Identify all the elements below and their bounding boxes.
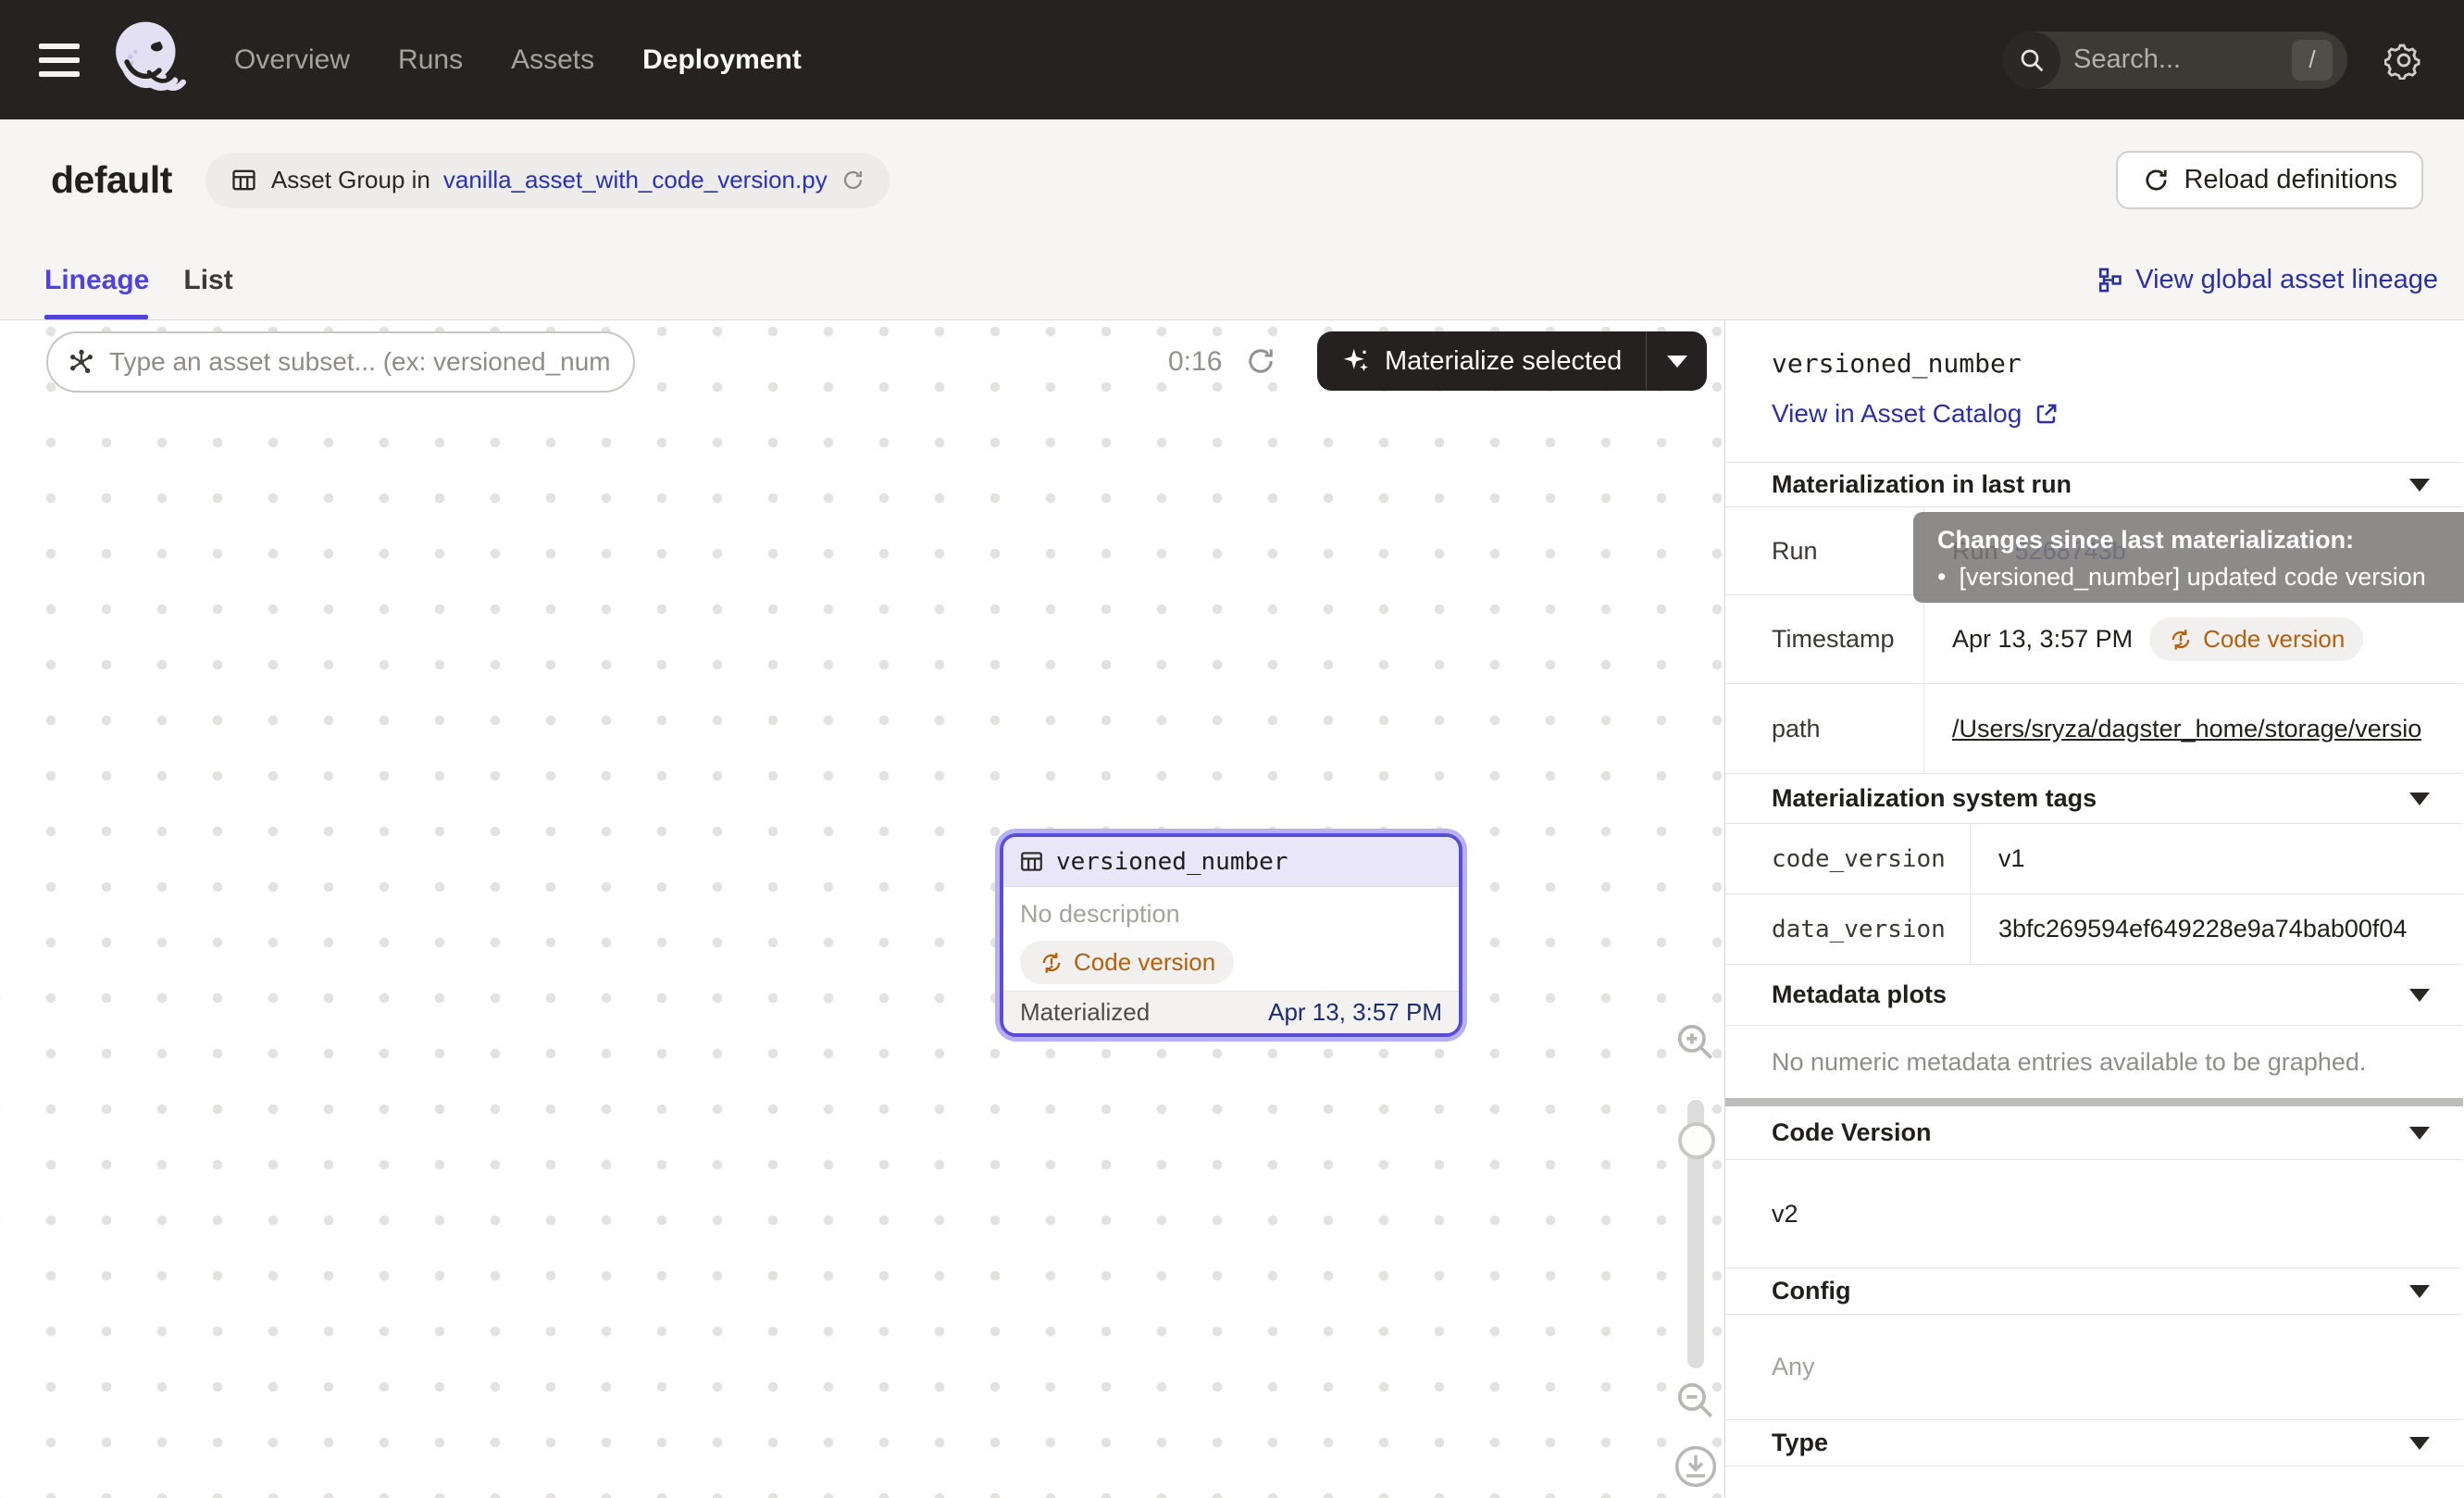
- sync-alert-icon: [2168, 627, 2194, 653]
- changes-tooltip: Changes since last materialization: [ver…: [1913, 512, 2464, 603]
- asset-table-icon: [1018, 848, 1045, 875]
- asset-node-versioned-number[interactable]: versioned_number No description Code ver…: [1000, 833, 1462, 1037]
- gear-icon[interactable]: [2384, 41, 2423, 80]
- chevron-down-icon: [2409, 1285, 2430, 1298]
- page-title: default: [51, 158, 172, 202]
- chevron-down-icon: [2409, 479, 2430, 492]
- asset-node-header: versioned_number: [1003, 837, 1459, 887]
- global-search[interactable]: /: [2003, 31, 2347, 89]
- chevron-down-icon: [1667, 356, 1687, 368]
- metadata-plots-empty-message: No numeric metadata entries available to…: [1725, 1026, 2463, 1098]
- materialize-selected-button[interactable]: Materialize selected: [1317, 331, 1707, 391]
- asset-group-icon: [230, 166, 258, 194]
- asset-details-sidebar: versioned_number View in Asset Catalog M…: [1725, 320, 2463, 1498]
- zoom-slider-handle[interactable]: [1678, 1122, 1715, 1159]
- code-version-tag-label: code_version: [1725, 824, 1971, 893]
- reload-icon: [2142, 166, 2171, 194]
- nav-links: Overview Runs Assets Deployment: [234, 44, 802, 76]
- op-selector-icon: [67, 347, 96, 377]
- path-value-link[interactable]: /Users/sryza/dagster_home/storage/versio: [1952, 715, 2421, 743]
- zoom-in-icon[interactable]: [1672, 1018, 1718, 1065]
- table-row-timestamp: Timestamp Apr 13, 3:57 PM Code version: [1725, 595, 2463, 684]
- sync-alert-icon: [1039, 950, 1064, 976]
- view-in-asset-catalog-link[interactable]: View in Asset Catalog: [1772, 399, 2060, 429]
- section-materialization-system-tags[interactable]: Materialization system tags: [1725, 774, 2463, 823]
- asset-group-prefix: Asset Group in: [271, 166, 430, 194]
- timer-refresh-icon[interactable]: [1244, 344, 1277, 378]
- asset-subset-filter[interactable]: [46, 331, 635, 393]
- sidebar-asset-name: versioned_number: [1772, 348, 2463, 379]
- search-shortcut-badge: /: [2292, 40, 2333, 81]
- timestamp-label: Timestamp: [1725, 595, 1924, 683]
- refresh-timer: 0:16: [1168, 346, 1222, 378]
- nav-item-deployment[interactable]: Deployment: [642, 44, 802, 76]
- top-navbar: Overview Runs Assets Deployment /: [0, 0, 2464, 119]
- section-config[interactable]: Config: [1725, 1268, 2463, 1315]
- tooltip-title: Changes since last materialization:: [1937, 521, 2452, 558]
- section-code-version[interactable]: Code Version: [1725, 1106, 2463, 1160]
- nav-item-assets[interactable]: Assets: [511, 44, 594, 76]
- chevron-down-icon: [2409, 1127, 2430, 1140]
- tooltip-item: [versioned_number] updated code version: [1937, 558, 2452, 595]
- asset-node-name: versioned_number: [1056, 848, 1288, 876]
- view-global-asset-lineage-link[interactable]: View global asset lineage: [2096, 241, 2438, 319]
- table-row-data-version: data_version 3bfc269594ef649228e9a74bab0…: [1725, 894, 2463, 965]
- code-version-change-badge[interactable]: Code version: [2149, 618, 2363, 661]
- path-label: path: [1725, 684, 1924, 773]
- code-version-value: v2: [1725, 1160, 2463, 1268]
- asset-node-status-bar: Materialized Apr 13, 3:57 PM: [1003, 991, 1459, 1033]
- refresh-icon[interactable]: [840, 168, 865, 193]
- search-input[interactable]: [2073, 44, 2245, 75]
- nav-item-overview[interactable]: Overview: [234, 44, 350, 76]
- materialize-options-dropdown[interactable]: [1646, 331, 1707, 391]
- reload-definitions-button[interactable]: Reload definitions: [2116, 151, 2423, 209]
- dagster-logo[interactable]: [106, 12, 192, 108]
- asset-node-description: No description: [1020, 900, 1442, 929]
- chevron-down-icon: [2409, 1437, 2430, 1450]
- table-row-code-version: code_version v1: [1725, 824, 2463, 894]
- system-tags-table: code_version v1 data_version 3bfc269594e…: [1725, 823, 2463, 965]
- lineage-canvas[interactable]: 0:16 Materialize selected: [0, 320, 1725, 1498]
- code-version-change-badge[interactable]: Code version: [1020, 941, 1234, 984]
- active-tab-underline: [44, 315, 148, 319]
- tab-list[interactable]: List: [183, 265, 232, 296]
- table-row-path: path /Users/sryza/dagster_home/storage/v…: [1725, 684, 2463, 774]
- materialized-status-label: Materialized: [1020, 998, 1150, 1027]
- timestamp-value: Apr 13, 3:57 PM: [1952, 625, 2133, 654]
- asset-subset-input[interactable]: [109, 347, 616, 377]
- zoom-out-icon[interactable]: [1672, 1377, 1718, 1423]
- code-file-link[interactable]: vanilla_asset_with_code_version.py: [443, 166, 828, 194]
- config-value: Any: [1725, 1315, 2463, 1420]
- external-link-icon: [2033, 401, 2060, 428]
- section-metadata-plots[interactable]: Metadata plots: [1725, 965, 2463, 1026]
- tab-bar: Lineage List View global asset lineage: [0, 241, 2464, 320]
- data-version-tag-label: data_version: [1725, 894, 1971, 964]
- section-materialization-in-last-run[interactable]: Materialization in last run: [1725, 463, 2463, 506]
- panel-splitter[interactable]: [1725, 1098, 2463, 1106]
- download-image-icon[interactable]: [1672, 1442, 1720, 1491]
- tab-lineage[interactable]: Lineage: [44, 265, 149, 296]
- section-type[interactable]: Type: [1725, 1420, 2463, 1467]
- sparkle-icon: [1341, 346, 1372, 377]
- chevron-down-icon: [2409, 793, 2430, 805]
- data-version-tag-value: 3bfc269594ef649228e9a74bab00f04: [1971, 894, 2463, 964]
- asset-group-badge: Asset Group in vanilla_asset_with_code_v…: [205, 153, 890, 208]
- materialized-timestamp-link[interactable]: Apr 13, 3:57 PM: [1268, 998, 1442, 1027]
- nav-item-runs[interactable]: Runs: [398, 44, 463, 76]
- page-header: default Asset Group in vanilla_asset_wit…: [0, 119, 2464, 241]
- chevron-down-icon: [2409, 989, 2430, 1002]
- navbar-right: /: [2003, 31, 2423, 89]
- code-version-tag-value: v1: [1971, 824, 2463, 893]
- search-icon: [2003, 31, 2060, 89]
- menu-icon[interactable]: [39, 44, 86, 77]
- run-label: Run: [1725, 507, 1924, 594]
- lineage-graph-icon: [2096, 266, 2124, 294]
